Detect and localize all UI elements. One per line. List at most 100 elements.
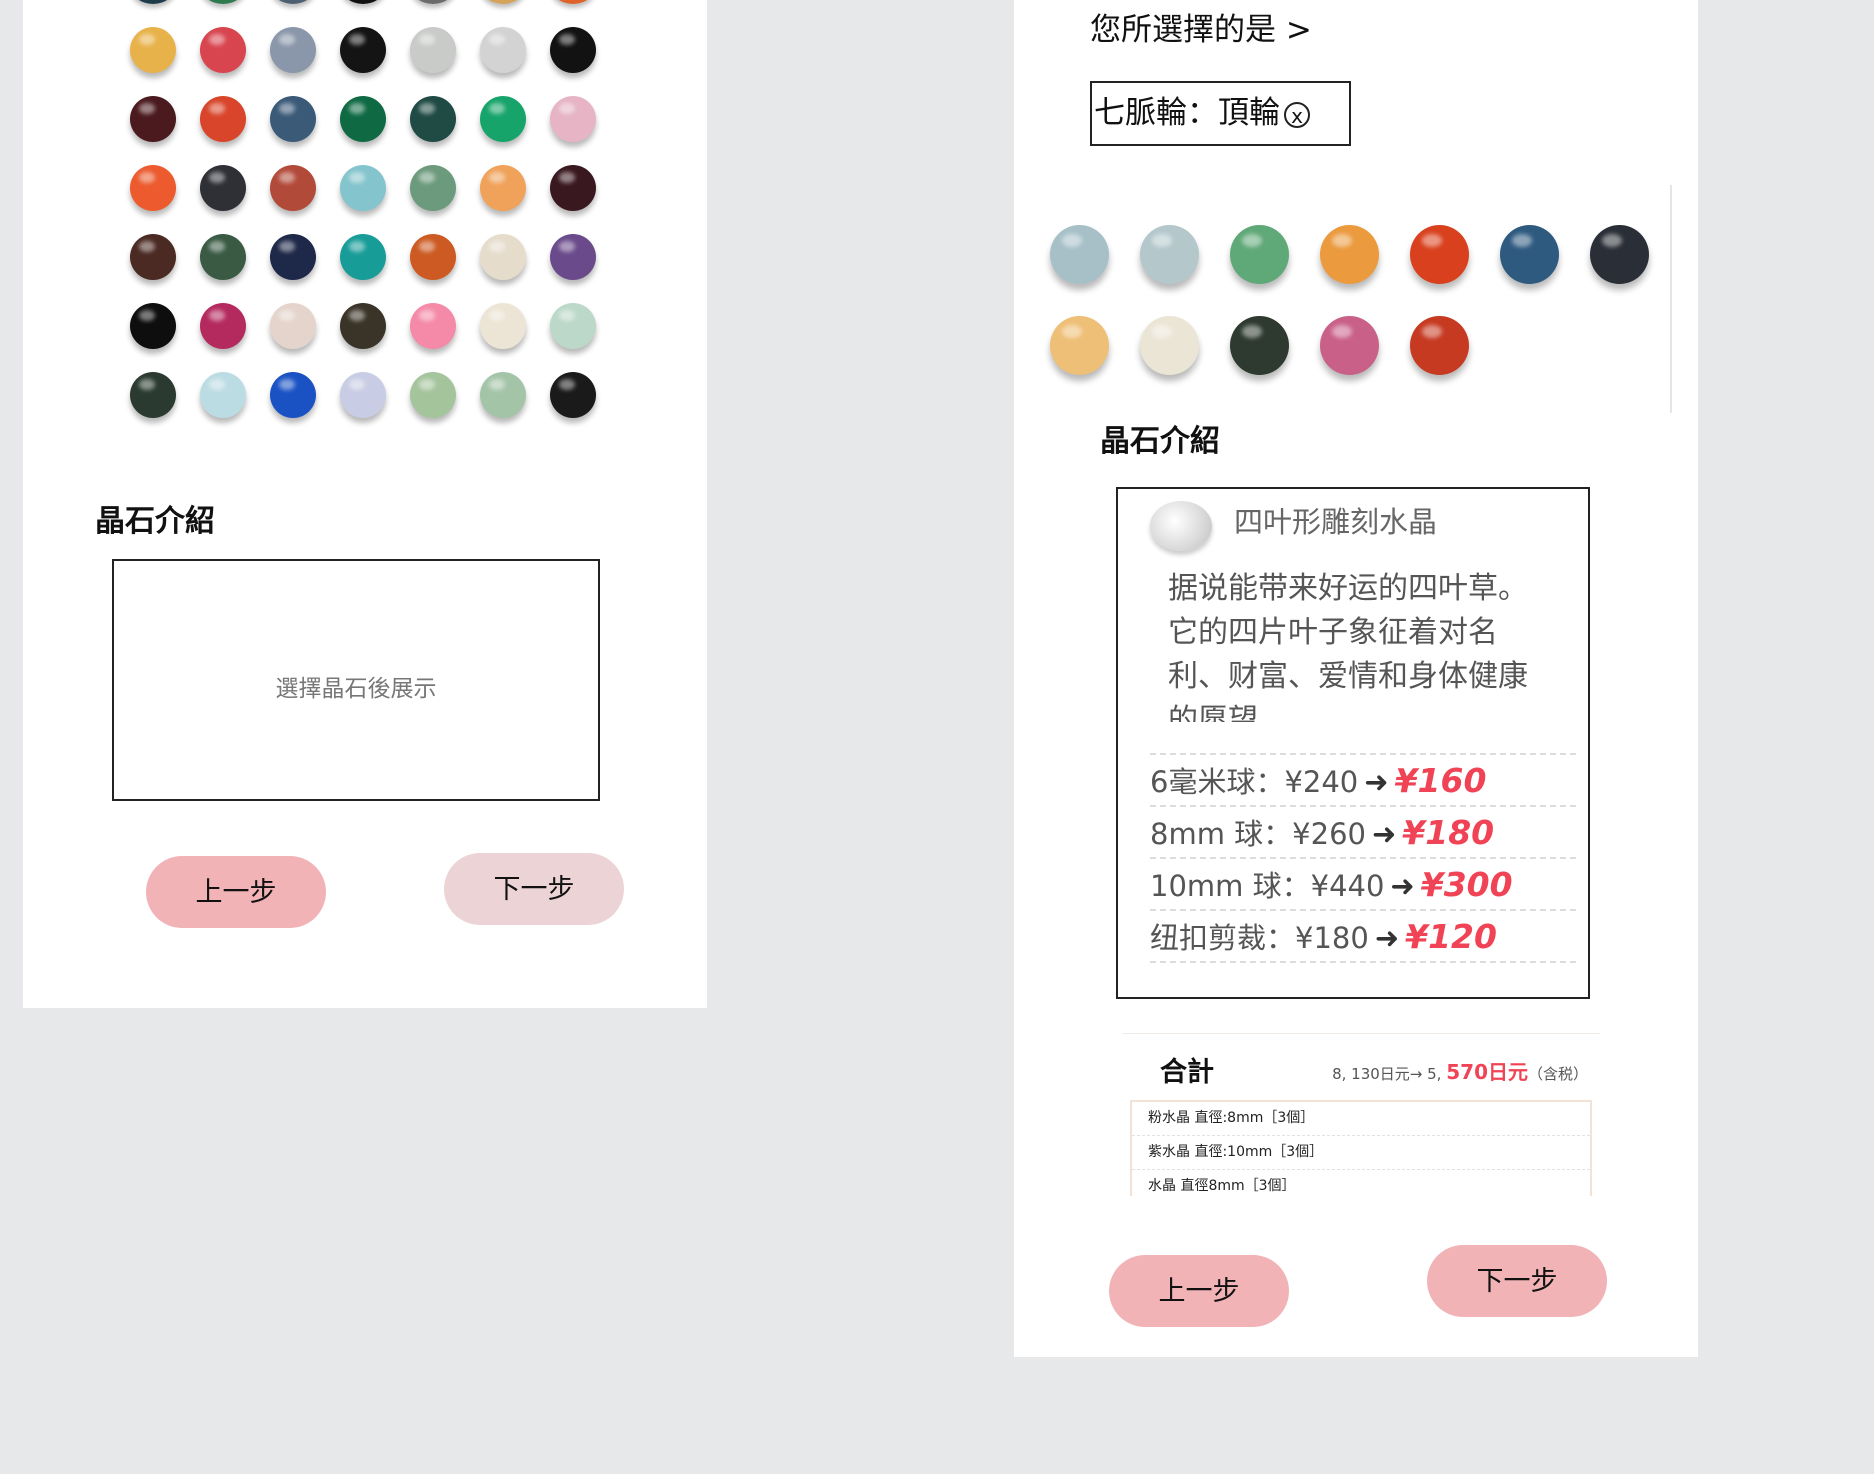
bead[interactable] xyxy=(480,165,526,211)
bead[interactable] xyxy=(270,0,316,4)
price-discounted: ¥180 xyxy=(1402,813,1495,852)
bead[interactable] xyxy=(480,27,526,73)
bead[interactable] xyxy=(410,372,456,418)
price-row: 8mm 球：¥260 ➜ ¥180 xyxy=(1150,807,1576,859)
selected-tag-label: 七脈輪：頂輪 xyxy=(1094,95,1280,131)
bead[interactable] xyxy=(200,165,246,211)
bead[interactable] xyxy=(550,372,596,418)
bead[interactable] xyxy=(130,96,176,142)
bead[interactable] xyxy=(130,234,176,280)
section-title: 晶石介紹 xyxy=(95,504,215,539)
bead[interactable] xyxy=(1410,225,1469,284)
price-original: 10mm 球：¥440 xyxy=(1150,869,1385,903)
bead[interactable] xyxy=(410,96,456,142)
remove-icon[interactable]: x xyxy=(1284,101,1310,128)
price-row-cut xyxy=(1150,739,1576,755)
bead[interactable] xyxy=(270,234,316,280)
bead[interactable] xyxy=(130,303,176,349)
bead[interactable] xyxy=(200,234,246,280)
bead[interactable] xyxy=(1230,316,1289,375)
bead[interactable] xyxy=(130,372,176,418)
arrow-icon: ➜ xyxy=(1364,765,1389,799)
price-discounted: ¥120 xyxy=(1405,917,1497,956)
bead[interactable] xyxy=(270,165,316,211)
bead[interactable] xyxy=(1050,316,1109,375)
scrollbar[interactable] xyxy=(1670,185,1672,413)
bead-grid xyxy=(130,27,596,418)
bead[interactable] xyxy=(480,372,526,418)
bead[interactable] xyxy=(480,234,526,280)
crystal-name: 四叶形雕刻水晶 xyxy=(1234,505,1438,539)
bead[interactable] xyxy=(200,96,246,142)
price-original: 纽扣剪裁：¥180 xyxy=(1150,921,1369,955)
bead[interactable] xyxy=(1500,225,1559,284)
section-title: 晶石介紹 xyxy=(1100,424,1220,459)
bead[interactable] xyxy=(1410,316,1469,375)
bead[interactable] xyxy=(1050,225,1109,284)
bead[interactable] xyxy=(270,96,316,142)
bead[interactable] xyxy=(130,27,176,73)
bead[interactable] xyxy=(200,372,246,418)
bead-row xyxy=(1050,225,1649,284)
bead[interactable] xyxy=(340,372,386,418)
bead[interactable] xyxy=(410,27,456,73)
prev-button[interactable]: 上一步 xyxy=(1109,1255,1289,1327)
bead[interactable] xyxy=(340,96,386,142)
bead[interactable] xyxy=(130,0,176,4)
bead[interactable] xyxy=(270,27,316,73)
bead[interactable] xyxy=(340,27,386,73)
bead[interactable] xyxy=(130,165,176,211)
bead[interactable] xyxy=(1140,316,1199,375)
bead[interactable] xyxy=(200,0,246,4)
order-item: 水晶 直徑8mm［3個］ xyxy=(1132,1170,1590,1196)
selected-label: 您所選擇的是 > xyxy=(1090,12,1312,48)
tax-note: （含税） xyxy=(1527,1065,1588,1083)
arrow-icon: ➜ xyxy=(1371,817,1397,851)
bead[interactable] xyxy=(1140,225,1199,284)
bead[interactable] xyxy=(1320,316,1379,375)
bead[interactable] xyxy=(340,165,386,211)
bead[interactable] xyxy=(1320,225,1379,284)
total-summary: 合計 8, 130日元→ 5, 570日元（含税） 粉水晶 直徑:8mm［3個］… xyxy=(1122,1033,1600,1196)
bead[interactable] xyxy=(550,27,596,73)
intro-placeholder: 選擇晶石後展示 xyxy=(275,676,437,702)
bead[interactable] xyxy=(410,0,456,4)
bead[interactable] xyxy=(340,234,386,280)
next-button[interactable]: 下一步 xyxy=(444,853,624,925)
prev-button[interactable]: 上一步 xyxy=(146,856,326,928)
bead[interactable] xyxy=(340,0,386,4)
crystal-description: 据说能带来好运的四叶草。它的四片叶子象征着对名利、财富、爱情和身体健康的愿望。 xyxy=(1168,571,1528,722)
bead[interactable] xyxy=(410,165,456,211)
bead[interactable] xyxy=(200,303,246,349)
left-screen: 晶石介紹 選擇晶石後展示 上一步 下一步 xyxy=(23,0,707,1008)
arrow-icon: ➜ xyxy=(1390,869,1415,903)
bead[interactable] xyxy=(340,303,386,349)
bead[interactable] xyxy=(480,303,526,349)
bead[interactable] xyxy=(410,234,456,280)
bead[interactable] xyxy=(1230,225,1289,284)
bead[interactable] xyxy=(270,372,316,418)
price-list: 6毫米球：¥240 ➜ ¥160 8mm 球：¥260 ➜ ¥180 10mm 球：¥440… xyxy=(1150,739,1576,963)
price-row: 6毫米球：¥240 ➜ ¥160 xyxy=(1150,755,1576,807)
bead[interactable] xyxy=(550,165,596,211)
bead[interactable] xyxy=(550,234,596,280)
crystal-intro-box: 四叶形雕刻水晶 据说能带来好运的四叶草。它的四片叶子象征着对名利、财富、爱情和身… xyxy=(1116,487,1590,999)
bead[interactable] xyxy=(480,96,526,142)
crystal-thumbnail xyxy=(1150,501,1212,551)
price-row: 纽扣剪裁：¥180 ➜ ¥120 xyxy=(1150,911,1576,963)
selected-tag[interactable]: 七脈輪：頂輪 x xyxy=(1090,81,1351,146)
order-item: 粉水晶 直徑:8mm［3個］ xyxy=(1132,1102,1590,1136)
bead[interactable] xyxy=(480,0,526,4)
bead[interactable] xyxy=(550,96,596,142)
bead[interactable] xyxy=(270,303,316,349)
total-title: 合計 xyxy=(1160,1057,1214,1088)
total-old-price: 8, 130日元→ 5, xyxy=(1332,1065,1447,1083)
right-screen: 您所選擇的是 > 七脈輪：頂輪 x 晶石介紹 四叶形雕刻水晶 据说能带来好运的四叶… xyxy=(1014,0,1698,1357)
bead[interactable] xyxy=(1590,225,1649,284)
next-button[interactable]: 下一步 xyxy=(1427,1245,1607,1317)
price-row: 10mm 球：¥440 ➜ ¥300 xyxy=(1150,859,1576,911)
bead[interactable] xyxy=(550,0,596,4)
bead[interactable] xyxy=(200,27,246,73)
bead[interactable] xyxy=(410,303,456,349)
bead[interactable] xyxy=(550,303,596,349)
